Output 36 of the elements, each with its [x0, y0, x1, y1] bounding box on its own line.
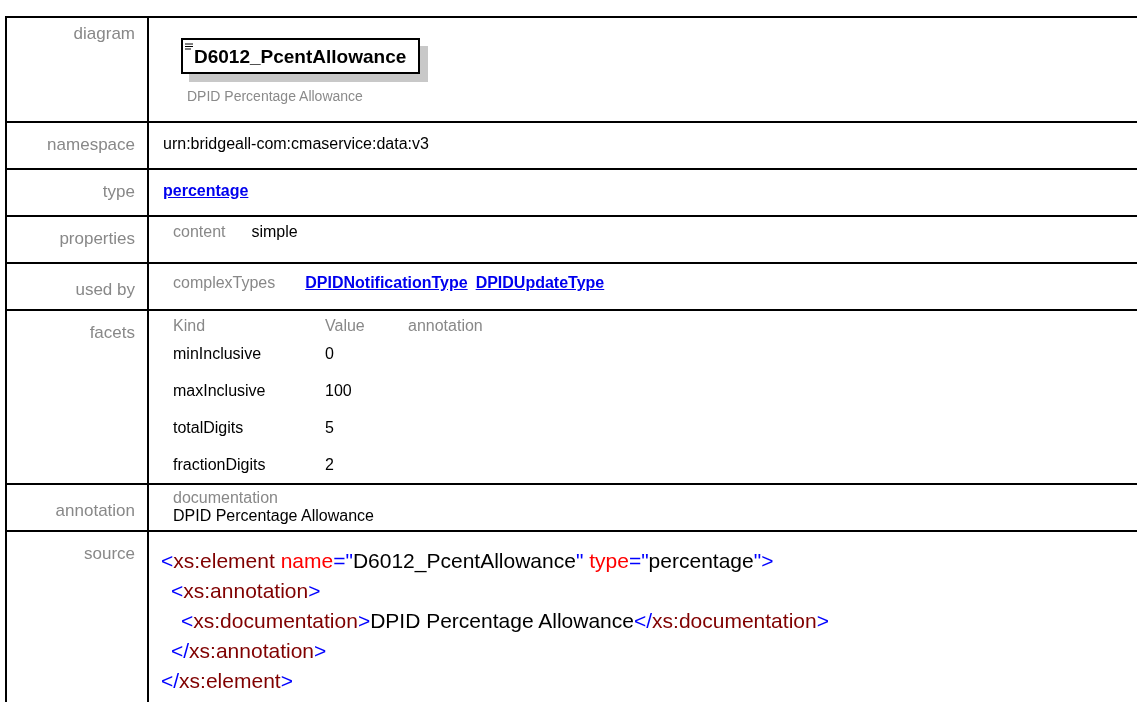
facet-kind: minInclusive	[173, 344, 263, 364]
annotation-key: documentation	[173, 489, 1133, 507]
row-label: facets	[7, 311, 149, 483]
row-label: properties	[7, 217, 149, 262]
type-link[interactable]: DPIDUpdateType	[475, 274, 605, 291]
source-line: <xs:element name="D6012_PcentAllowance" type="percentage">	[161, 548, 775, 575]
property-key: content	[173, 223, 226, 240]
row-label: diagram	[7, 18, 149, 121]
facet-value: 5	[325, 418, 335, 438]
facet-kind: totalDigits	[173, 418, 245, 438]
row-label: source	[7, 532, 149, 702]
source-line: <xs:annotation>	[170, 578, 322, 604]
row-label: annotation	[7, 485, 149, 530]
element-name: D6012_PcentAllowance	[194, 45, 407, 68]
facet-value: 100	[325, 381, 353, 401]
column-header: annotation	[408, 317, 484, 335]
row-label: type	[7, 170, 149, 215]
documentation-text: DPID Percentage Allowance	[173, 507, 375, 525]
source-line: </xs:element>	[161, 668, 294, 694]
source-line: </xs:annotation>	[170, 638, 328, 664]
facet-kind: maxInclusive	[173, 381, 267, 401]
column-header: Value	[325, 317, 366, 335]
element-caption: DPID Percentage Allowance	[187, 88, 364, 104]
facet-kind: fractionDigits	[173, 455, 267, 475]
row-label: used by	[7, 264, 149, 309]
column-header: Kind	[173, 317, 207, 335]
used-by-key: complexTypes	[173, 274, 276, 291]
namespace-value: urn:bridgeall-com:cmaservice:data:v3	[163, 135, 429, 152]
row-label: namespace	[7, 123, 149, 168]
facet-value: 0	[325, 344, 335, 364]
source-line: <xs:documentation>DPID Percentage Allowance</xs:documentation>	[180, 608, 830, 634]
facet-value: 2	[325, 455, 335, 475]
type-link[interactable]: DPIDNotificationType	[305, 274, 468, 291]
property-value: simple	[251, 223, 298, 240]
lines-icon	[185, 43, 193, 50]
type-link[interactable]: percentage	[163, 182, 249, 199]
